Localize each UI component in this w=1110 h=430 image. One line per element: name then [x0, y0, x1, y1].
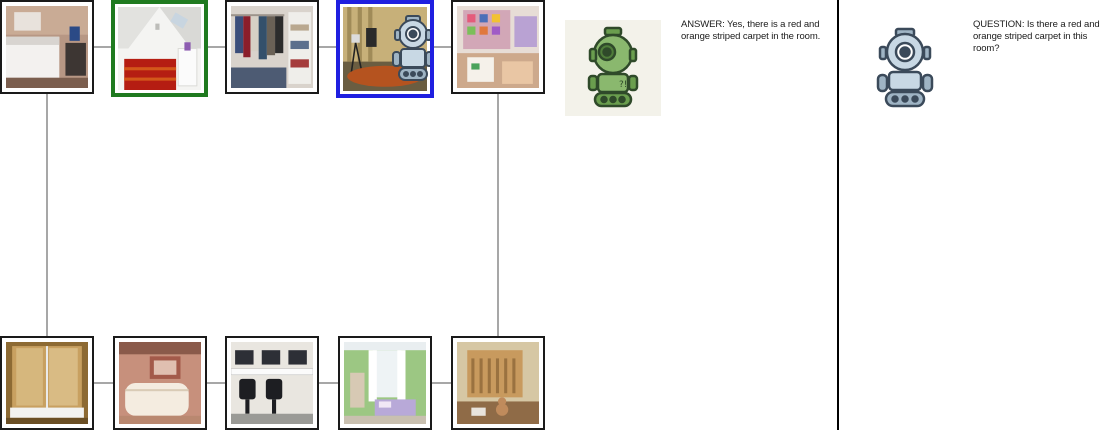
question-text: QUESTION: Is there a red and orange stri…: [973, 19, 1100, 54]
answer-text: ANSWER: Yes, there is a red and orange s…: [681, 19, 821, 42]
bedroom-image: [6, 6, 88, 88]
node-shower[interactable]: [0, 336, 94, 430]
node-closet[interactable]: [225, 0, 319, 94]
shower-image: [6, 342, 88, 424]
kidsroom-image: [457, 6, 539, 88]
crib-image: [457, 342, 539, 424]
attic-image: [118, 7, 201, 90]
answer-robot-icon: ?!: [587, 26, 639, 108]
nursery-image: [344, 342, 426, 424]
reception-image: [119, 342, 201, 424]
closet-image: [231, 6, 313, 88]
node-bedroom-hotel[interactable]: [0, 0, 94, 94]
answer-agent-card: ?!: [565, 20, 661, 116]
node-nursery-green[interactable]: [338, 336, 432, 430]
svg-text:?!: ?!: [619, 80, 627, 90]
node-crib-room[interactable]: [451, 336, 545, 430]
robot-icon: [392, 15, 430, 81]
panel-divider: [837, 0, 839, 430]
office-image: [231, 342, 313, 424]
question-robot-icon: [876, 27, 934, 108]
node-office[interactable]: [225, 336, 319, 430]
node-studio[interactable]: [336, 0, 434, 98]
node-kids-room[interactable]: [451, 0, 545, 94]
node-attic-red-carpet[interactable]: [111, 0, 208, 97]
node-reception[interactable]: [113, 336, 207, 430]
